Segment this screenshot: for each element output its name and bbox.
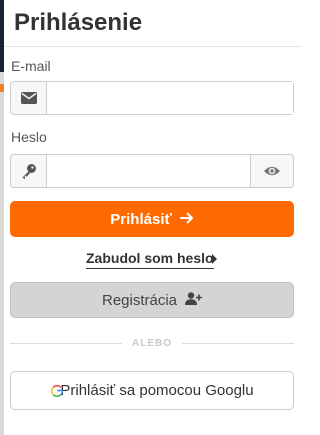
divider-line-left xyxy=(10,342,122,344)
login-panel: Prihlásenie E-mail Heslo Prihlásiť Zabud… xyxy=(0,0,302,435)
password-input[interactable] xyxy=(47,155,250,187)
forgot-password-link[interactable]: Zabudol som heslo xyxy=(86,250,214,269)
email-input[interactable] xyxy=(47,82,293,114)
eye-icon[interactable] xyxy=(250,155,293,187)
register-button-label: Registrácia xyxy=(101,291,178,309)
arrow-right-icon xyxy=(179,211,194,228)
email-field-group xyxy=(10,81,294,115)
page-title: Prihlásenie xyxy=(14,9,143,36)
google-icon xyxy=(50,384,64,398)
register-button[interactable]: Registrácia xyxy=(10,282,294,318)
divider-label: ALEBO xyxy=(132,337,172,349)
envelope-icon xyxy=(11,82,47,114)
key-icon xyxy=(11,155,47,187)
google-login-label: Prihlásiť sa pomocou Googlu xyxy=(60,382,254,399)
or-divider: ALEBO xyxy=(10,336,294,350)
email-label: E-mail xyxy=(11,58,51,74)
login-button[interactable]: Prihlásiť xyxy=(10,201,294,237)
login-header: Prihlásenie xyxy=(4,0,302,47)
password-label: Heslo xyxy=(11,129,47,145)
divider-line-right xyxy=(182,342,294,344)
caret-right-icon xyxy=(212,254,217,264)
password-field-group xyxy=(10,154,294,188)
login-button-label: Prihlásiť xyxy=(110,210,172,228)
user-plus-icon xyxy=(185,291,203,309)
google-login-button[interactable]: Prihlásiť sa pomocou Googlu xyxy=(10,371,294,410)
